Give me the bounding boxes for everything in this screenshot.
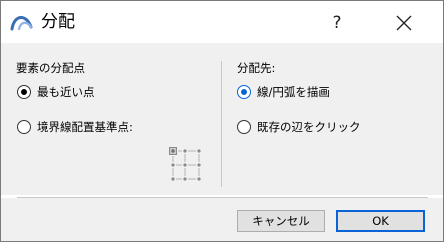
radio-click-existing-edge-label: 既存の辺をクリック [257,120,361,134]
distribution-point-group-label: 要素の分配点 [16,61,85,75]
radio-boundary-anchor-button[interactable] [17,120,31,134]
radio-nearest-point-label: 最も近い点 [37,85,95,99]
radio-nearest-point-button[interactable] [17,85,31,99]
radio-draw-line-arc-label: 線/円弧を描画 [257,85,330,99]
distribute-to-group-label: 分配先: [237,61,276,75]
close-icon [396,15,412,31]
archicad-arc-icon [10,13,34,31]
dialog-title: 分配 [41,12,75,32]
radio-click-existing-edge-button[interactable] [237,120,251,134]
distribute-dialog: 分配 ? 要素の分配点 最も近い点 境界線配置基準点: 分配先: 線/円弧を描画… [0,0,444,242]
anchor-point-grid-icon[interactable] [169,147,205,183]
cancel-button[interactable]: キャンセル [237,210,325,232]
radio-boundary-anchor-label: 境界線配置基準点: [37,120,133,134]
radio-draw-line-arc-button[interactable] [237,85,251,99]
ok-button[interactable]: OK [336,210,425,232]
close-button[interactable] [387,9,423,39]
group-divider [221,61,222,187]
title-bar[interactable]: 分配 ? [1,1,443,43]
help-button[interactable]: ? [319,7,355,39]
